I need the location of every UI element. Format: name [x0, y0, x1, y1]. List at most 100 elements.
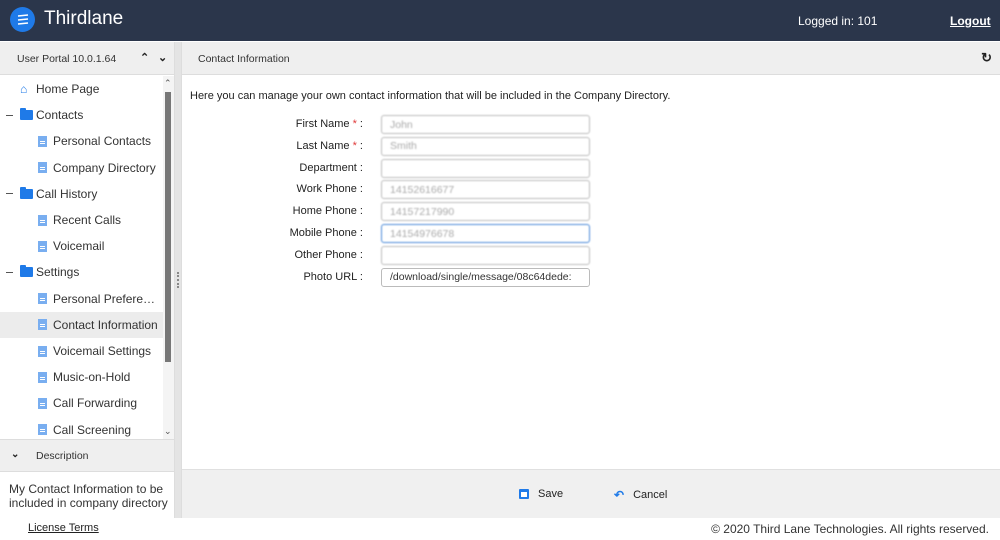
scrollbar-thumb[interactable] — [165, 92, 171, 362]
splitter-grip-icon[interactable] — [177, 272, 179, 288]
document-icon — [38, 240, 47, 252]
document-icon — [38, 397, 47, 409]
home-phone-input[interactable] — [381, 202, 590, 222]
field-label-text: Other Phone — [294, 248, 357, 261]
sidebar-item-voicemail[interactable]: Voicemail — [0, 233, 163, 259]
sidebar-item-label: Personal Preferenc... — [53, 291, 161, 306]
refresh-icon[interactable]: ↻ — [981, 50, 992, 66]
required-marker: * — [349, 139, 357, 152]
sidebar-item-label: Voicemail Settings — [53, 344, 152, 358]
save-button[interactable]: Save — [519, 488, 563, 500]
top-bar: Thirdlane Logged in: 101 Logout — [0, 0, 1000, 41]
field-label-text: Home Phone — [292, 205, 357, 218]
cancel-button[interactable]: ↶ Cancel — [614, 488, 667, 502]
folder-icon — [20, 108, 33, 121]
sidebar-item-label: Call Screening — [53, 422, 132, 437]
field-row-department: Department : — [182, 158, 782, 179]
save-icon — [519, 489, 529, 499]
sidebar-item-call-forwarding[interactable]: Call Forwarding — [0, 390, 163, 416]
document-icon — [38, 319, 47, 331]
field-row-last-name: Last Name * : — [182, 136, 782, 157]
sidebar-item-label: Home Page — [36, 82, 100, 96]
description-header[interactable]: ⌄ Description — [0, 439, 174, 472]
field-label: Mobile Phone : — [289, 227, 363, 239]
field-label-text: Department — [299, 161, 357, 174]
sidebar-item-personal-contacts[interactable]: Personal Contacts — [0, 128, 163, 154]
field-row-mobile-phone: Mobile Phone : — [182, 224, 782, 244]
field-label-text: Work Phone — [296, 183, 357, 196]
sidebar-item-contact-information[interactable]: Contact Information — [0, 311, 163, 338]
photo-url-input[interactable] — [381, 267, 590, 287]
portal-version: User Portal 10.0.1.64 — [17, 53, 117, 65]
collapse-toggle-icon[interactable] — [6, 193, 13, 195]
sidebar-item-label: Voicemail — [53, 239, 105, 254]
first-name-input[interactable] — [381, 115, 590, 134]
sidebar-item-label: Recent Calls — [53, 213, 122, 227]
document-icon — [38, 214, 47, 226]
main-header: Contact Information ↻ — [182, 42, 1000, 75]
sidebar-item-home-page[interactable]: ⌂ Home Page — [0, 76, 163, 102]
field-row-photo-url: Photo URL : — [182, 267, 782, 288]
collapse-toggle-icon[interactable] — [6, 114, 13, 116]
sidebar-item-company-directory[interactable]: Company Directory — [0, 155, 163, 181]
field-row-work-phone: Work Phone : — [182, 180, 782, 200]
required-marker: * — [349, 118, 357, 130]
tree-scrollbar[interactable]: ⌃ ⌄ — [163, 76, 174, 439]
sidebar-item-music-on-hold[interactable]: Music-on-Hold — [0, 364, 163, 390]
document-icon — [38, 135, 47, 147]
field-row-first-name: First Name * : — [182, 115, 782, 135]
sidebar-item-call-history[interactable]: Call History — [0, 181, 163, 207]
app-title: Thirdlane — [44, 8, 124, 29]
field-row-other-phone: Other Phone : — [182, 245, 782, 266]
sidebar-item-voicemail-settings[interactable]: Voicemail Settings — [0, 338, 163, 364]
field-row-home-phone: Home Phone : — [182, 202, 782, 222]
sidebar-item-label: Call History — [36, 186, 98, 201]
work-phone-input[interactable] — [381, 180, 590, 200]
sidebar-item-contacts[interactable]: Contacts — [0, 102, 163, 128]
document-icon — [38, 424, 47, 436]
logged-in-status: Logged in: 101 — [798, 14, 878, 28]
form-actions: Save ↶ Cancel — [182, 469, 1000, 518]
license-terms-link[interactable]: License Terms — [28, 522, 99, 534]
sidebar-item-personal-preferenc[interactable]: Personal Preferenc... — [0, 286, 163, 312]
navigation-tree: ⌂ Home Page Contacts Personal Contacts Compa… — [0, 76, 163, 439]
collapse-toggle-icon[interactable] — [6, 271, 13, 273]
description-text: My Contact Information to be included in… — [9, 482, 168, 510]
mobile-phone-input[interactable] — [381, 224, 590, 243]
other-phone-input[interactable] — [381, 245, 590, 265]
field-label: Other Phone : — [294, 248, 364, 261]
field-label: Photo URL : — [303, 270, 363, 283]
sidebar-item-settings[interactable]: Settings — [0, 259, 163, 285]
sidebar-item-label: Music-on-Hold — [53, 370, 131, 385]
department-input[interactable] — [381, 158, 590, 178]
logout-link[interactable]: Logout — [950, 14, 991, 28]
folder-icon — [20, 186, 33, 199]
field-label: Last Name * : — [296, 139, 363, 152]
cancel-label: Cancel — [633, 489, 668, 501]
document-icon — [38, 162, 47, 174]
scroll-down-icon[interactable]: ⌄ — [164, 426, 172, 437]
home-icon: ⌂ — [20, 82, 28, 96]
sidebar-item-label: Contact Information — [53, 317, 158, 332]
folder-icon — [20, 265, 33, 278]
field-label: Work Phone : — [296, 183, 363, 196]
collapse-all-icon[interactable]: ⌃ — [140, 51, 149, 64]
scroll-up-icon[interactable]: ⌃ — [164, 78, 172, 89]
page-title: Contact Information — [198, 53, 290, 65]
sidebar-item-call-screening[interactable]: Call Screening — [0, 417, 163, 439]
sidebar-item-label: Company Directory — [53, 160, 156, 175]
document-icon — [38, 293, 47, 305]
sidebar-item-label: Contacts — [36, 108, 84, 123]
document-icon — [38, 371, 47, 383]
sidebar: User Portal 10.0.1.64 ⌃ ⌄ ⌂ Home Page Cont… — [0, 42, 175, 518]
undo-icon: ↶ — [614, 488, 625, 502]
last-name-input[interactable] — [381, 136, 590, 156]
sidebar-item-recent-calls[interactable]: Recent Calls — [0, 207, 163, 233]
chevron-down-icon[interactable]: ⌄ — [11, 449, 19, 460]
main-panel: Contact Information ↻ Here you can manag… — [181, 42, 1000, 518]
sidebar-header: User Portal 10.0.1.64 ⌃ ⌄ — [0, 42, 174, 75]
expand-all-icon[interactable]: ⌄ — [158, 51, 167, 64]
save-label: Save — [538, 488, 564, 500]
field-label: Department : — [299, 161, 363, 174]
document-icon — [38, 345, 47, 357]
